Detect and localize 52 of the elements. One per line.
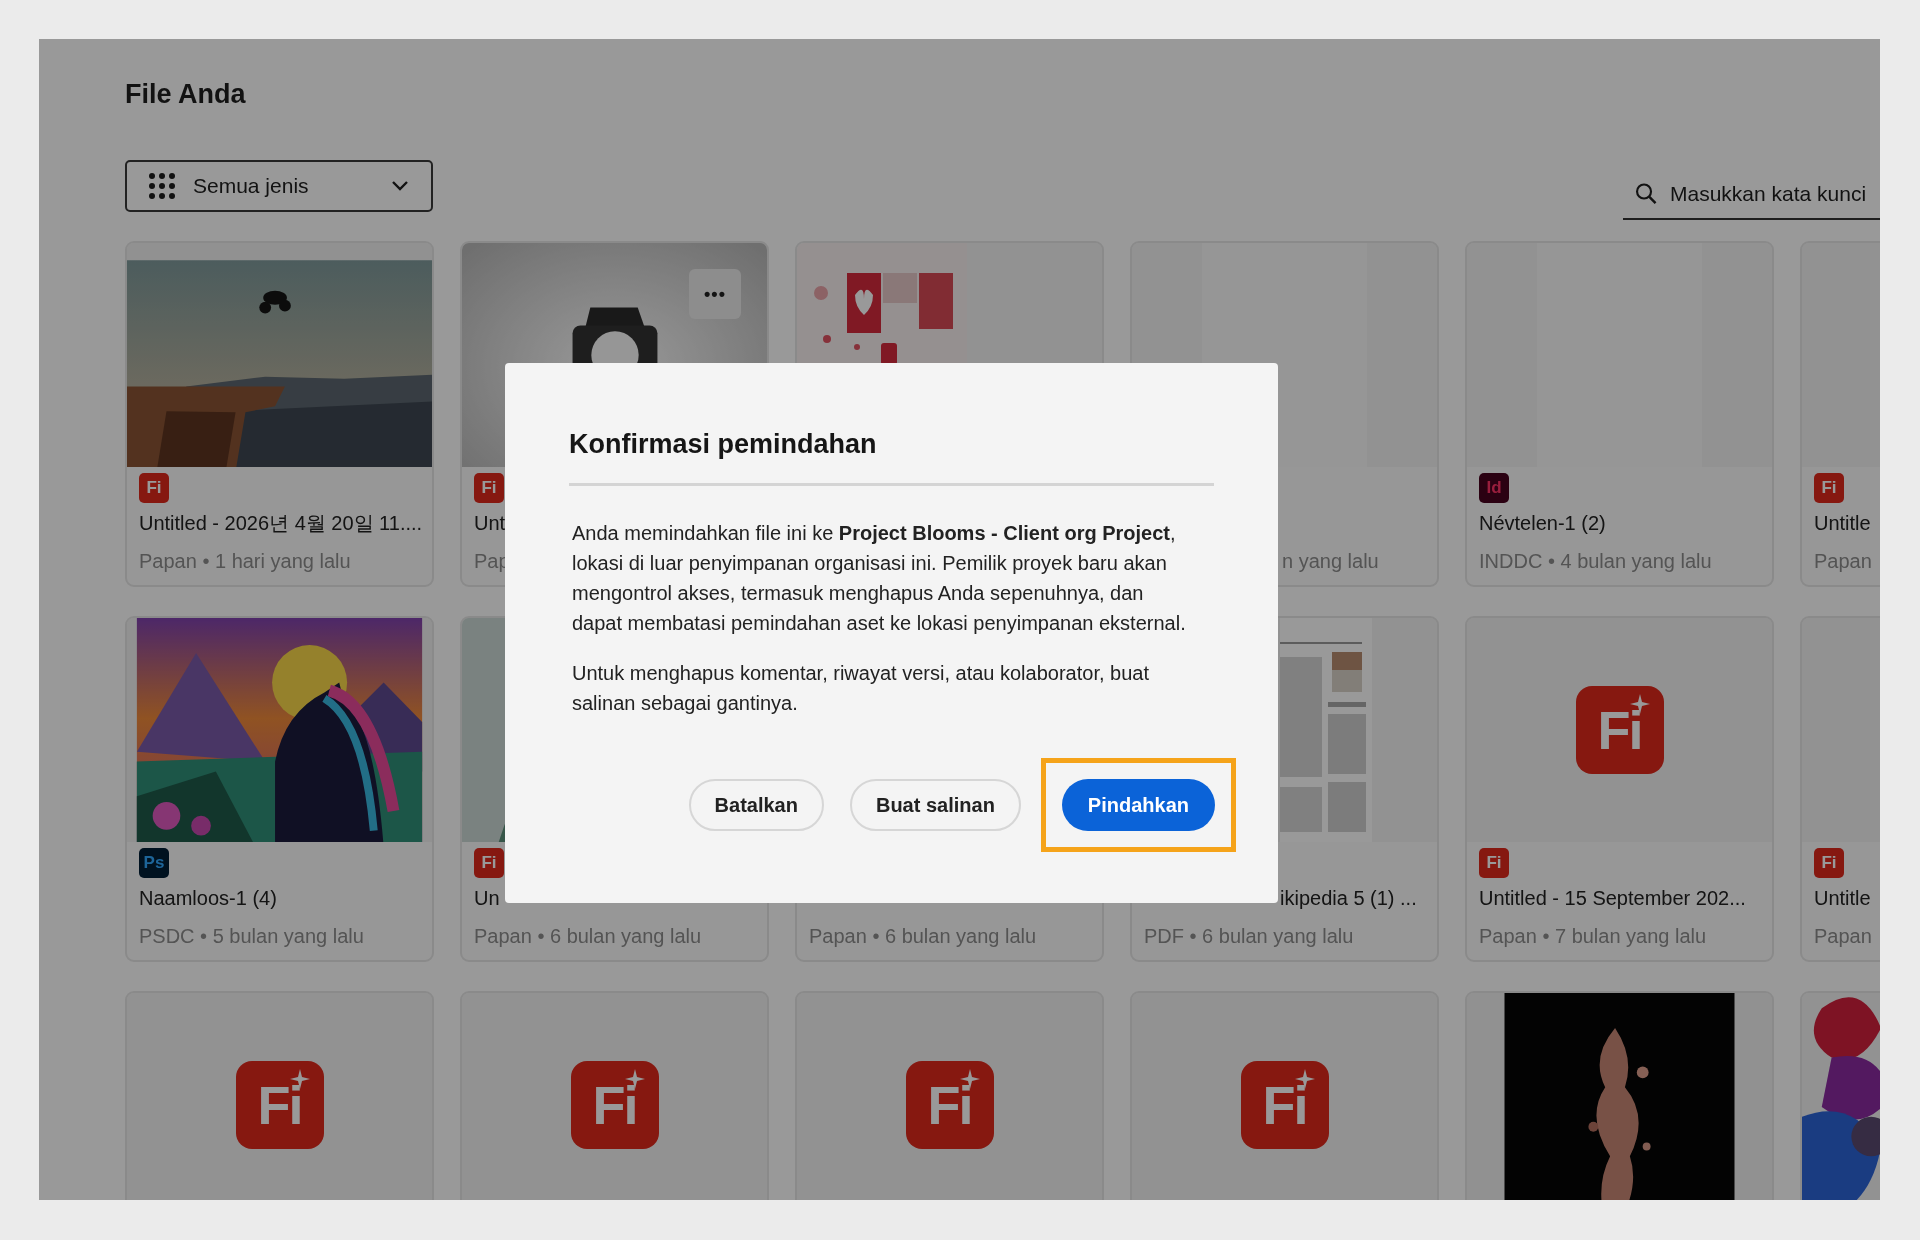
- file-card[interactable]: Ps Naamloos-1 (4) PSDC • 5 bulan yang lalu: [125, 616, 434, 962]
- app-badge: Fi: [139, 473, 169, 503]
- grid-icon: [149, 173, 175, 199]
- type-filter-dropdown[interactable]: Semua jenis: [125, 160, 433, 212]
- more-button[interactable]: •••: [689, 269, 741, 319]
- app-badge: Fi: [1814, 473, 1844, 503]
- file-card[interactable]: Fi: [1130, 991, 1439, 1200]
- dialog-button[interactable]: Buat salinan: [849, 779, 1021, 831]
- dialog-button[interactable]: Pindahkan: [1061, 779, 1215, 831]
- app-logo: Fi: [570, 1061, 659, 1149]
- file-meta: Papan • 7 bulan yang lalu: [1479, 924, 1707, 949]
- file-meta: Papan • 6 bulan yang lalu: [809, 924, 1037, 949]
- app-logo: Fi: [905, 1061, 994, 1149]
- file-card[interactable]: Id Névtelen-1 (2) INDDC • 4 bulan yang lalu: [1465, 241, 1774, 587]
- file-card[interactable]: Fi: [125, 991, 434, 1200]
- file-name: Untitled - 2026년 4월 20일 11....: [139, 511, 423, 536]
- chevron-down-icon: [391, 180, 409, 192]
- file-meta: PSDC • 5 bulan yang lalu: [139, 924, 364, 949]
- app-badge: Fi: [474, 473, 504, 503]
- file-name: Névtelen-1 (2): [1479, 511, 1606, 536]
- file-name: Untitle: [1814, 511, 1871, 536]
- file-meta: Papan: [1814, 549, 1872, 574]
- file-name: ikipedia 5 (1) ...: [1280, 886, 1417, 911]
- file-meta: Papan • 6 bulan yang lalu: [474, 924, 702, 949]
- app-badge: Id: [1479, 473, 1509, 503]
- dialog-title: Konfirmasi pemindahan: [569, 428, 877, 461]
- dialog-button[interactable]: Batalkan: [688, 779, 824, 831]
- file-name: Untitled - 15 September 202...: [1479, 886, 1746, 911]
- file-name: Untitle: [1814, 886, 1871, 911]
- file-card[interactable]: Fi Untitled - 2026년 4월 20일 11.... Papan • 1 hari yang lalu: [125, 241, 434, 587]
- page-title: File Anda: [125, 78, 246, 111]
- app-logo: Fi: [235, 1061, 324, 1149]
- file-name: Naamloos-1 (4): [139, 886, 277, 911]
- file-meta: Papan: [1814, 924, 1872, 949]
- file-card[interactable]: Fi Untitle Papan: [1800, 616, 1880, 962]
- file-card[interactable]: Fi Fi Untitled - 15 September 202... Papan • 7 bulan yang lalu: [1465, 616, 1774, 962]
- file-card[interactable]: Fi: [795, 991, 1104, 1200]
- file-meta: Papan • 1 hari yang lalu: [139, 549, 351, 574]
- file-card[interactable]: Fi Untitle Papan: [1800, 241, 1880, 587]
- file-card[interactable]: Fi: [460, 991, 769, 1200]
- app-badge: Ps: [139, 848, 169, 878]
- file-name: Unt: [474, 511, 506, 536]
- file-meta: INDDC • 4 bulan yang lalu: [1479, 549, 1712, 574]
- file-name: Un: [474, 886, 500, 911]
- app-badge: Fi: [1814, 848, 1844, 878]
- file-meta: n yang lalu: [1282, 549, 1379, 574]
- search-field[interactable]: Masukkan kata kunci: [1670, 182, 1880, 206]
- app-logo: Fi: [1575, 686, 1664, 774]
- file-meta: PDF • 6 bulan yang lalu: [1144, 924, 1354, 949]
- app-logo: Fi: [1240, 1061, 1329, 1149]
- app-badge: Fi: [1479, 848, 1509, 878]
- app-badge: Fi: [474, 848, 504, 878]
